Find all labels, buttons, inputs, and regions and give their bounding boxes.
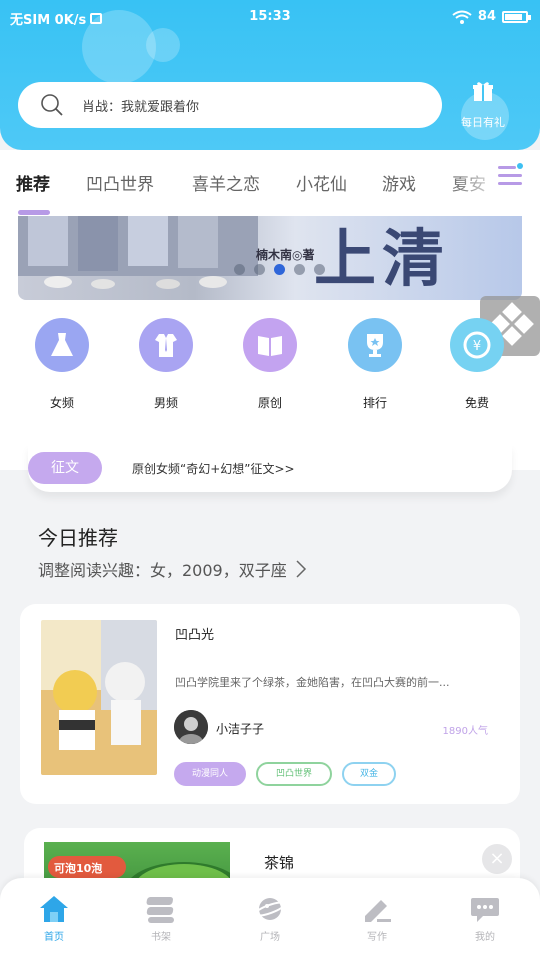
battery-icon [502,10,531,23]
category-tabs: 推荐 凹凸世界 喜羊之恋 小花仙 游戏 夏安 [0,150,540,216]
tab-aotu-world[interactable]: 凹凸世界 [86,170,154,195]
notice-badge: 征文 [28,452,102,484]
category-free[interactable]: ¥ 免费 [442,318,512,411]
daily-gift-button[interactable]: 每日有礼 [458,80,509,142]
bookshelf-icon [146,897,174,923]
nav-label: 首页 [44,932,64,943]
avatar [174,710,208,744]
category-shortcuts: 女频 男频 原创 排行 ¥ 免费 [0,318,540,418]
carousel-dots [234,264,325,275]
menu-icon[interactable] [496,162,524,190]
dress-icon [35,318,89,372]
category-label: 原创 [257,396,282,410]
tab-recommend[interactable]: 推荐 [16,170,50,195]
bottom-navigation: 首页 书架 广场 写作 我的 [0,878,540,960]
tab-indicator [18,210,50,215]
book-title: 凹凸光 [175,628,215,643]
book-description: 凹凸学院里来了个绿茶，金她陷害，在凹凸大赛的前一... [175,676,450,689]
category-female[interactable]: 女频 [27,318,97,411]
status-bar: 无SIM 0K/s 15:33 84 [0,0,540,34]
tag-badge[interactable]: 双金 [342,762,396,786]
carousel-dot[interactable] [254,264,265,275]
chat-icon [471,898,499,922]
nav-square[interactable]: 广场 [240,894,300,943]
nav-label: 写作 [367,932,387,943]
notice-bar[interactable]: 征文 原创女频“奇幻+幻想”征文>> [28,444,512,492]
nav-label: 我的 [475,932,495,943]
trophy-icon [348,318,402,372]
daily-gift-label: 每日有礼 [461,116,505,129]
category-ranking[interactable]: 排行 [340,318,410,411]
search-icon [41,94,63,116]
book-card[interactable]: 凹凸光 凹凸学院里来了个绿茶，金她陷害，在凹凸大赛的前一... 小洁子子 189… [20,604,520,804]
nav-bookshelf[interactable]: 书架 [131,894,191,943]
tag-badge[interactable]: 凹凸世界 [256,762,332,786]
carousel-dot[interactable] [294,264,305,275]
nav-home[interactable]: 首页 [24,894,84,943]
gift-icon [473,82,493,101]
nav-write[interactable]: 写作 [347,894,407,943]
carousel-dot[interactable] [234,264,245,275]
carousel-dot[interactable] [274,264,285,275]
planet-icon [254,898,286,920]
category-original[interactable]: 原创 [235,318,305,411]
nav-label: 广场 [260,932,280,943]
tag-badge[interactable]: 动漫同人 [174,762,246,786]
header: 无SIM 0K/s 15:33 84 肖战：我就爱跟着你 每日有礼 [0,0,540,150]
home-icon [40,896,68,922]
battery-percent: 84 [477,9,496,24]
category-label: 排行 [362,396,387,410]
category-label: 男频 [153,396,178,410]
close-icon[interactable]: × [482,844,512,874]
category-male[interactable]: 男频 [131,318,201,411]
banner-title: 上清 [314,222,451,295]
shirt-icon [139,318,193,372]
pen-icon [365,900,391,922]
tab-xiyang[interactable]: 喜羊之恋 [192,170,260,195]
banner-image [18,216,258,289]
carousel-dot[interactable] [314,264,325,275]
tab-xiaohuaxian[interactable]: 小花仙 [296,170,347,195]
wifi-icon [452,10,472,24]
category-label: 女频 [49,396,74,410]
book-icon [243,318,297,372]
search-bar[interactable]: 肖战：我就爱跟着你 [18,82,442,128]
tab-games[interactable]: 游戏 [382,170,416,195]
book-cover [41,620,157,775]
popularity-count: 1890人气 [442,726,488,737]
banner-author: 楠木南◎著 [256,248,315,262]
nav-label: 书架 [151,932,171,943]
svg-text:¥: ¥ [473,339,481,354]
section-subtitle: 调整阅读兴趣：女，2009，双子座 [38,561,287,580]
search-input[interactable]: 肖战：我就爱跟着你 [82,96,199,115]
notice-text[interactable]: 原创女频“奇幻+幻想”征文>> [132,460,295,477]
coin-icon: ¥ [450,318,504,372]
author-name: 小洁子子 [216,722,265,736]
section-title: 今日推荐 [38,526,118,550]
reading-interest-link[interactable]: 调整阅读兴趣：女，2009，双子座 [38,557,307,581]
nav-profile[interactable]: 我的 [455,894,515,943]
category-label: 免费 [464,396,489,410]
book-title: 茶锦 [264,854,295,872]
chevron-right-icon [296,560,306,578]
banner-carousel[interactable]: 上清 楠木南◎著 [18,216,522,300]
cover-badge: 可泡10泡 [54,862,103,875]
